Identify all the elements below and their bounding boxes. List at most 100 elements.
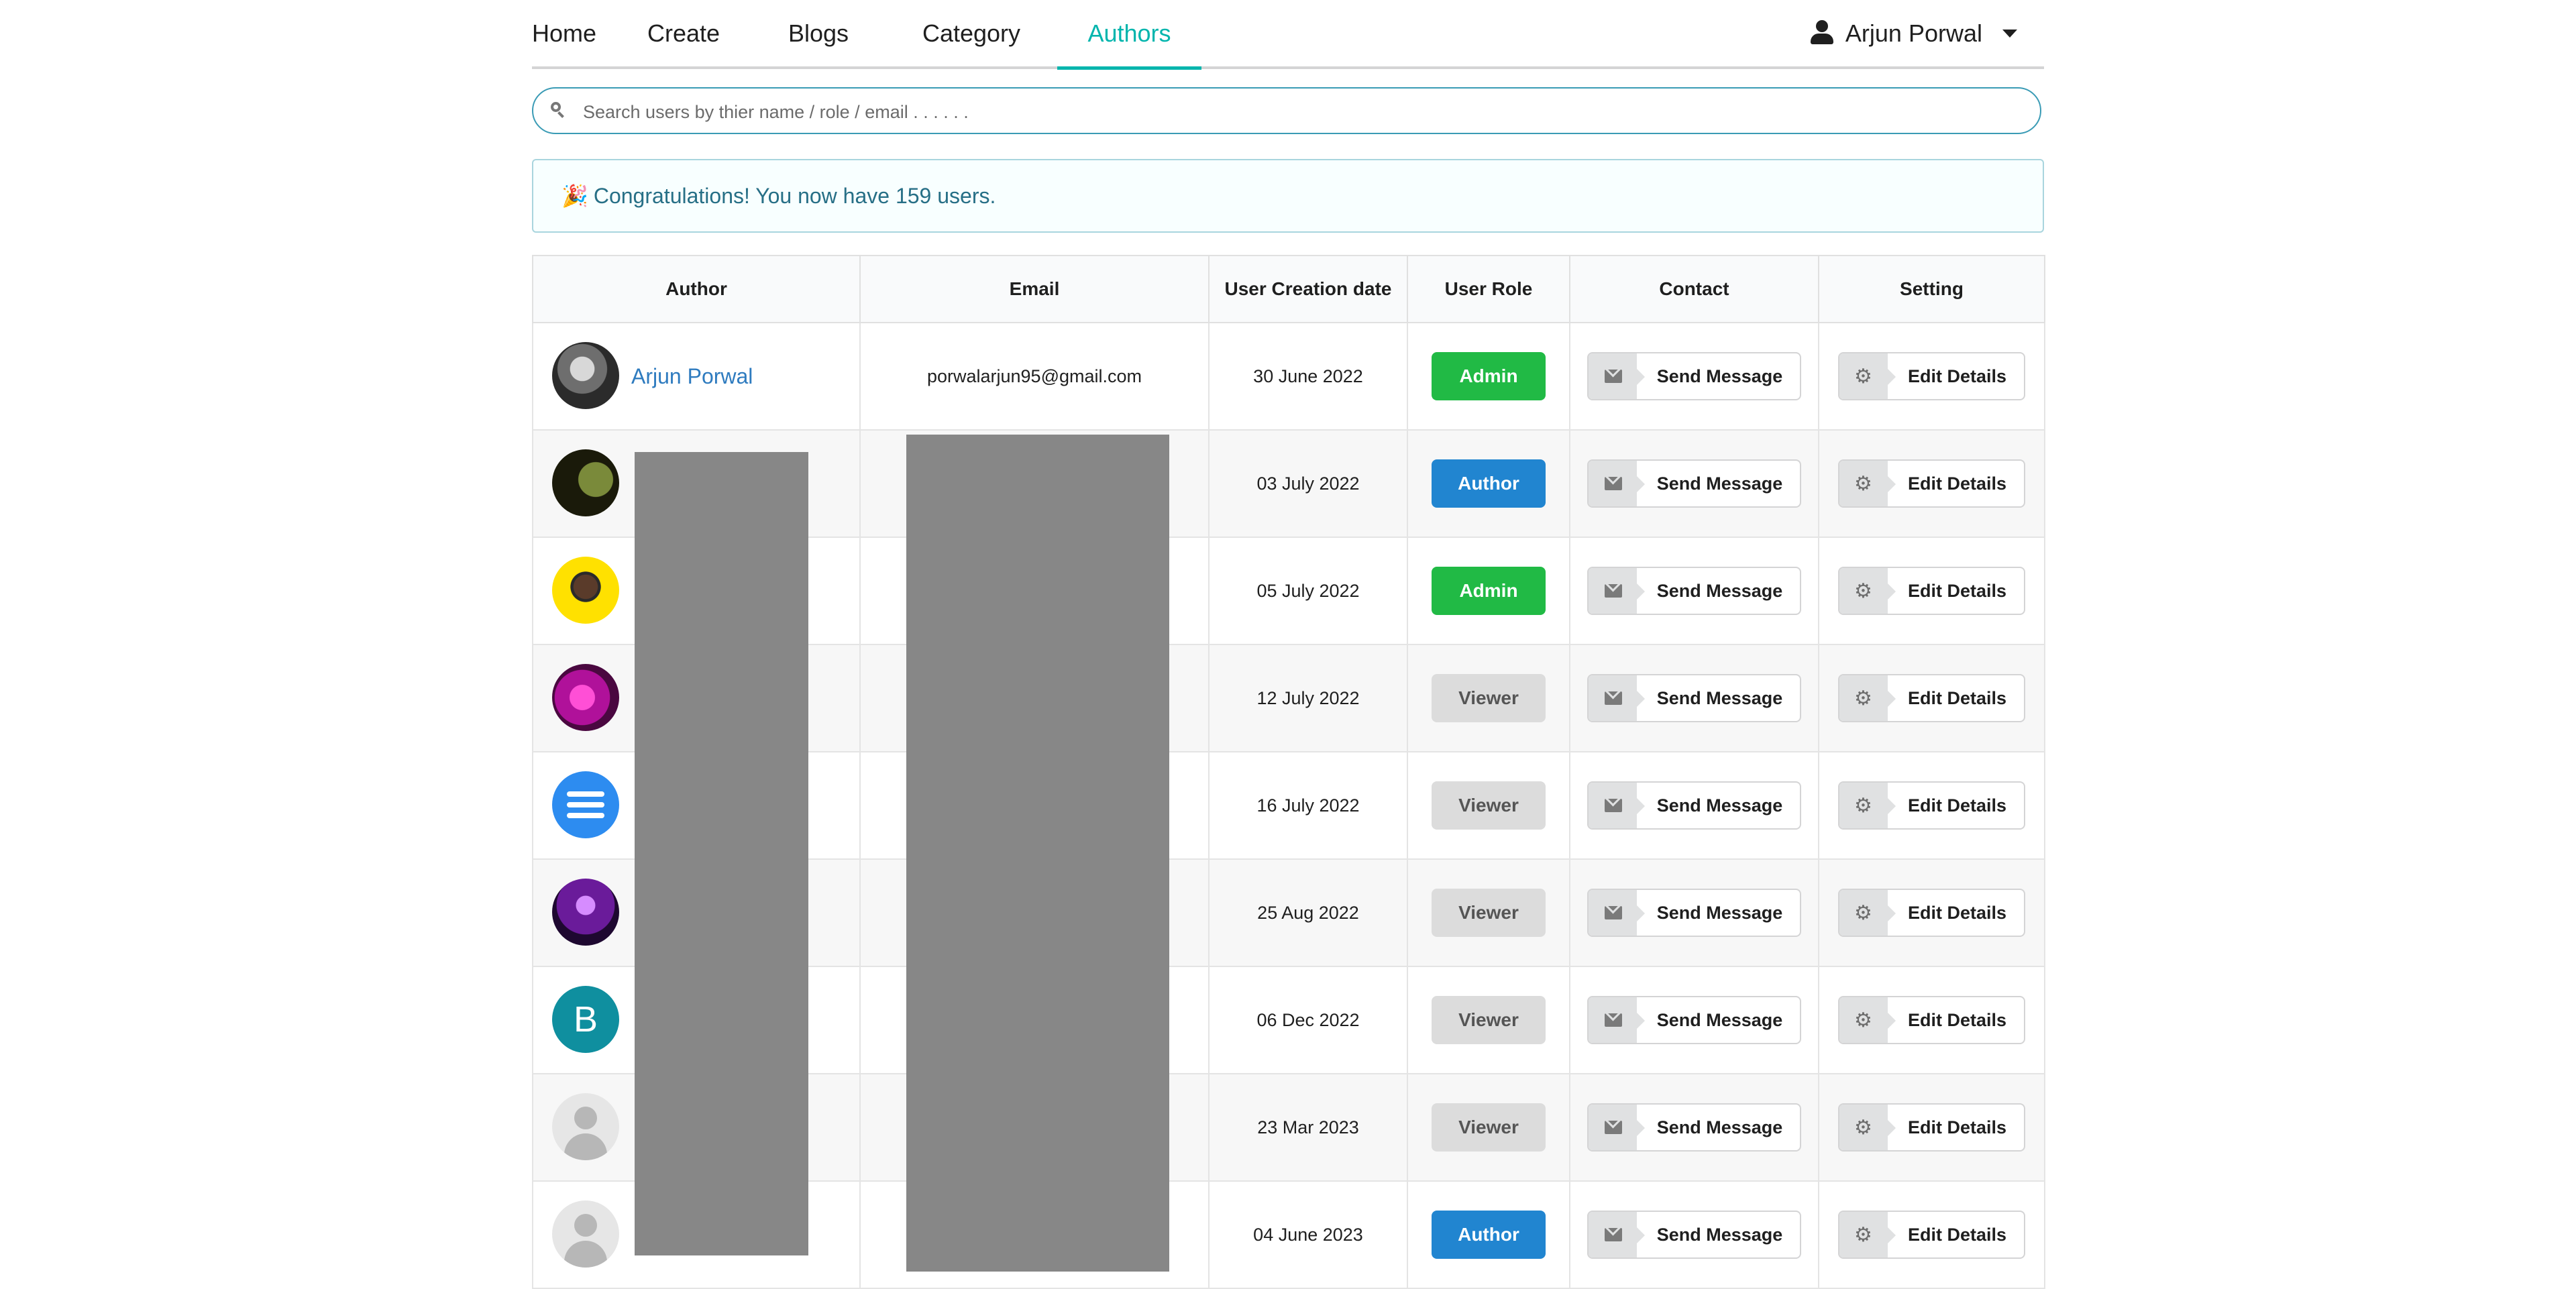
avatar <box>552 1093 619 1160</box>
avatar <box>552 1200 619 1268</box>
gear-icon: ⚙ <box>1839 461 1896 506</box>
user-menu-dropdown[interactable]: Arjun Porwal <box>1810 0 2017 66</box>
gear-icon: ⚙ <box>1839 783 1896 828</box>
gear-icon: ⚙ <box>1839 675 1896 721</box>
setting-cell: ⚙ Edit Details <box>1818 537 2045 645</box>
list-icon <box>567 791 604 818</box>
edit-details-button[interactable]: ⚙ Edit Details <box>1837 1211 2026 1259</box>
avatar <box>552 449 619 516</box>
header-contact: Contact <box>1569 255 1819 323</box>
contact-cell: Send Message <box>1569 858 1819 967</box>
role-badge[interactable]: Author <box>1432 1211 1546 1259</box>
role-cell: Viewer <box>1407 966 1570 1074</box>
table-header-row: Author Email User Creation date User Rol… <box>532 255 2045 323</box>
header-user-role: User Role <box>1407 255 1570 323</box>
creation-date-cell: 30 June 2022 <box>1208 322 1408 431</box>
congrats-text: Congratulations! You now have 159 users. <box>593 184 996 208</box>
nav-category[interactable]: Category <box>908 0 1035 66</box>
redaction-block-names <box>635 452 808 1255</box>
role-cell: Viewer <box>1407 858 1570 967</box>
setting-cell: ⚙ Edit Details <box>1818 322 2045 431</box>
role-cell: Viewer <box>1407 1073 1570 1182</box>
creation-date-cell: 06 Dec 2022 <box>1208 966 1408 1074</box>
contact-cell: Send Message <box>1569 429 1819 538</box>
creation-date-cell: 23 Mar 2023 <box>1208 1073 1408 1182</box>
contact-cell: Send Message <box>1569 537 1819 645</box>
contact-cell: Send Message <box>1569 751 1819 860</box>
role-badge[interactable]: Admin <box>1432 567 1546 615</box>
nav-authors[interactable]: Authors <box>1057 0 1201 70</box>
search-icon <box>551 102 564 115</box>
nav-home[interactable]: Home <box>532 0 596 66</box>
avatar <box>552 879 619 946</box>
table-row: Arjun Porwal porwalarjun95@gmail.com 30 Ju… <box>532 322 2045 431</box>
send-message-button[interactable]: Send Message <box>1587 567 1802 615</box>
send-message-button[interactable]: Send Message <box>1587 1103 1802 1152</box>
edit-details-button[interactable]: ⚙ Edit Details <box>1837 889 2026 937</box>
avatar: B <box>552 986 619 1053</box>
contact-cell: Send Message <box>1569 1073 1819 1182</box>
main-container: Home Create Blogs Category Authors Arjun… <box>532 0 2045 1289</box>
role-badge[interactable]: Author <box>1432 459 1546 508</box>
send-message-button[interactable]: Send Message <box>1587 1211 1802 1259</box>
role-cell: Admin <box>1407 537 1570 645</box>
search-input[interactable] <box>582 97 1993 127</box>
role-badge[interactable]: Viewer <box>1432 889 1546 937</box>
creation-date-cell: 05 July 2022 <box>1208 537 1408 645</box>
author-name-link[interactable]: Arjun Porwal <box>631 323 753 429</box>
header-author: Author <box>532 255 861 323</box>
role-badge[interactable]: Viewer <box>1432 1103 1546 1152</box>
party-emoji: 🎉 <box>561 184 588 208</box>
send-message-button[interactable]: Send Message <box>1587 996 1802 1044</box>
setting-cell: ⚙ Edit Details <box>1818 429 2045 538</box>
role-cell: Author <box>1407 429 1570 538</box>
header-setting: Setting <box>1818 255 2045 323</box>
app-root: Home Create Blogs Category Authors Arjun… <box>0 0 2576 1289</box>
send-message-button[interactable]: Send Message <box>1587 459 1802 508</box>
avatar <box>552 557 619 624</box>
gear-icon: ⚙ <box>1839 997 1896 1043</box>
role-cell: Author <box>1407 1180 1570 1289</box>
edit-details-button[interactable]: ⚙ Edit Details <box>1837 674 2026 722</box>
congrats-message: 🎉 Congratulations! You now have 159 users… <box>532 159 2044 233</box>
send-message-button[interactable]: Send Message <box>1587 781 1802 830</box>
edit-details-button[interactable]: ⚙ Edit Details <box>1837 459 2026 508</box>
setting-cell: ⚙ Edit Details <box>1818 1180 2045 1289</box>
mail-icon <box>1588 890 1645 936</box>
send-message-button[interactable]: Send Message <box>1587 889 1802 937</box>
mail-icon <box>1588 461 1645 506</box>
top-nav: Home Create Blogs Category Authors Arjun… <box>532 0 2044 70</box>
mail-icon <box>1588 675 1645 721</box>
avatar <box>552 771 619 838</box>
setting-cell: ⚙ Edit Details <box>1818 1073 2045 1182</box>
role-badge[interactable]: Admin <box>1432 352 1546 400</box>
role-cell: Viewer <box>1407 644 1570 752</box>
edit-details-button[interactable]: ⚙ Edit Details <box>1837 352 2026 400</box>
nav-blogs[interactable]: Blogs <box>775 0 862 66</box>
role-cell: Admin <box>1407 322 1570 431</box>
redaction-block-emails <box>906 435 1169 1272</box>
edit-details-button[interactable]: ⚙ Edit Details <box>1837 1103 2026 1152</box>
mail-icon <box>1588 353 1645 399</box>
edit-details-button[interactable]: ⚙ Edit Details <box>1837 567 2026 615</box>
role-badge[interactable]: Viewer <box>1432 996 1546 1044</box>
nav-create[interactable]: Create <box>637 0 731 66</box>
gear-icon: ⚙ <box>1839 568 1896 614</box>
avatar <box>552 664 619 731</box>
header-email: Email <box>859 255 1210 323</box>
send-message-button[interactable]: Send Message <box>1587 674 1802 722</box>
setting-cell: ⚙ Edit Details <box>1818 966 2045 1074</box>
send-message-button[interactable]: Send Message <box>1587 352 1802 400</box>
creation-date-cell: 25 Aug 2022 <box>1208 858 1408 967</box>
contact-cell: Send Message <box>1569 966 1819 1074</box>
mail-icon <box>1588 783 1645 828</box>
role-badge[interactable]: Viewer <box>1432 781 1546 830</box>
avatar-letter: B <box>573 999 598 1040</box>
edit-details-button[interactable]: ⚙ Edit Details <box>1837 996 2026 1044</box>
contact-cell: Send Message <box>1569 322 1819 431</box>
edit-details-button[interactable]: ⚙ Edit Details <box>1837 781 2026 830</box>
search-box <box>532 87 2041 134</box>
mail-icon <box>1588 568 1645 614</box>
creation-date-cell: 04 June 2023 <box>1208 1180 1408 1289</box>
role-badge[interactable]: Viewer <box>1432 674 1546 722</box>
